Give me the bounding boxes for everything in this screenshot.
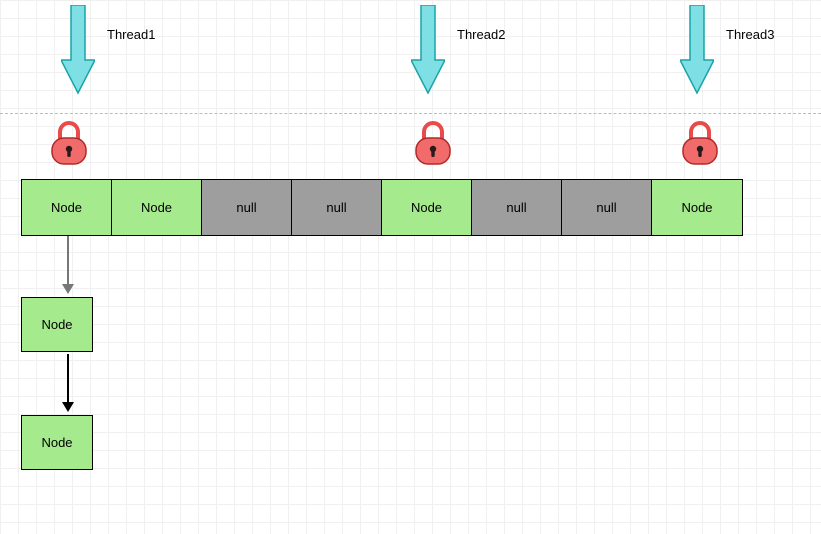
chain-node-label: Node: [41, 435, 72, 450]
array-cell: null: [202, 180, 292, 235]
array-cell: null: [292, 180, 382, 235]
thread-2-group: Thread2: [411, 5, 505, 95]
lock-icon: [679, 120, 721, 168]
thread-label: Thread3: [726, 27, 774, 42]
dashed-separator: [0, 113, 821, 114]
chain-arrow-icon: [60, 354, 76, 414]
array-cell: Node: [382, 180, 472, 235]
thread-label: Thread1: [107, 27, 155, 42]
chain-node: Node: [21, 415, 93, 470]
down-arrow-icon: [680, 5, 714, 95]
array-cell: Node: [652, 180, 742, 235]
chain-node-label: Node: [41, 317, 72, 332]
cell-label: Node: [51, 200, 82, 215]
bucket-array: Node Node null null Node null null Node: [21, 179, 743, 236]
cell-label: null: [506, 200, 526, 215]
down-arrow-icon: [61, 5, 95, 95]
array-cell: Node: [22, 180, 112, 235]
cell-label: Node: [681, 200, 712, 215]
thread-1-group: Thread1: [61, 5, 155, 95]
chain-node: Node: [21, 297, 93, 352]
cell-label: null: [236, 200, 256, 215]
array-cell: Node: [112, 180, 202, 235]
cell-label: null: [596, 200, 616, 215]
array-cell: null: [472, 180, 562, 235]
thread-label: Thread2: [457, 27, 505, 42]
lock-icon: [48, 120, 90, 168]
cell-label: Node: [411, 200, 442, 215]
lock-icon: [412, 120, 454, 168]
cell-label: Node: [141, 200, 172, 215]
array-cell: null: [562, 180, 652, 235]
thread-3-group: Thread3: [680, 5, 774, 95]
cell-label: null: [326, 200, 346, 215]
chain-arrow-icon: [60, 236, 76, 296]
down-arrow-icon: [411, 5, 445, 95]
